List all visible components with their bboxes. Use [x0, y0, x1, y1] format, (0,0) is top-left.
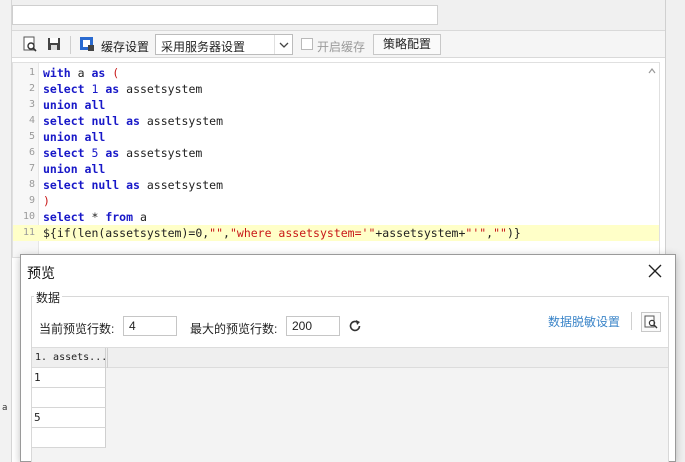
- toolbar-divider: [631, 312, 632, 330]
- dataset-name-input[interactable]: [12, 5, 438, 25]
- dialog-title: 预览: [27, 265, 55, 281]
- code-line: 2 select 1 as assetsystem: [28, 82, 203, 96]
- top-bar: [12, 0, 665, 30]
- enable-cache-checkbox[interactable]: [301, 38, 313, 50]
- preview-icon[interactable]: [22, 36, 38, 52]
- max-rows-label: 最大的预览行数:: [190, 322, 278, 336]
- table-row[interactable]: [32, 388, 106, 408]
- close-icon[interactable]: [647, 263, 663, 279]
- code-line: 3 union all: [28, 98, 106, 112]
- data-group-label: 数据: [34, 289, 63, 306]
- code-line: 10 select * from a: [22, 210, 147, 224]
- current-rows-input[interactable]: 4: [123, 316, 177, 336]
- code-line: 1 with a as (: [28, 66, 120, 80]
- max-rows-input[interactable]: 200: [286, 316, 340, 336]
- code-line: 8 select null as assetsystem: [28, 178, 224, 192]
- refresh-icon[interactable]: [348, 319, 362, 333]
- cache-mode-value: 采用服务器设置: [161, 40, 246, 54]
- code-line: 7 union all: [28, 162, 106, 176]
- left-panel-text: a: [2, 403, 8, 413]
- grid-column-header[interactable]: 1. assets...: [32, 348, 107, 368]
- scroll-up-icon[interactable]: [647, 66, 657, 76]
- table-row[interactable]: [32, 428, 106, 448]
- table-row[interactable]: 5: [32, 408, 106, 428]
- cache-mode-select[interactable]: 采用服务器设置: [155, 34, 293, 55]
- code-line: 6 select 5 as assetsystem: [28, 146, 203, 160]
- editor-toolbar: 缓存设置 采用服务器设置 开启缓存 策略配置: [12, 30, 665, 58]
- chevron-down-icon[interactable]: [274, 35, 292, 54]
- save-icon[interactable]: [46, 36, 62, 52]
- code-line: 4 select null as assetsystem: [28, 114, 224, 128]
- code-line-highlighted: 11 ${if(len(assetsystem)=0,"","where asse…: [13, 225, 659, 241]
- grid-header-spacer: [106, 348, 108, 368]
- toolbar-divider: [70, 36, 71, 54]
- sql-editor[interactable]: 1 with a as ( 2 select 1 as assetsystem 3u…: [12, 62, 660, 258]
- current-rows-label: 当前预览行数:: [39, 322, 115, 336]
- table-row[interactable]: 1: [32, 368, 106, 388]
- preview-dialog: 预览 数据 当前预览行数: 4 最大的预览行数: 200 数据脱敏设置 1. a…: [20, 254, 676, 462]
- cache-settings-icon[interactable]: [79, 36, 95, 52]
- enable-cache-label: 开启缓存: [317, 40, 366, 54]
- data-masking-settings-link[interactable]: 数据脱敏设置: [548, 313, 620, 330]
- left-panel-edge: a: [0, 0, 12, 462]
- preview-data-grid: 1. assets... 1 5: [32, 347, 668, 462]
- grid-header: 1. assets...: [32, 348, 668, 368]
- strategy-config-button[interactable]: 策略配置: [373, 34, 441, 55]
- code-line: 5 union all: [28, 130, 106, 144]
- cache-settings-label: 缓存设置: [101, 40, 150, 54]
- preview-settings-icon[interactable]: [641, 312, 661, 332]
- code-line: 9): [28, 194, 50, 208]
